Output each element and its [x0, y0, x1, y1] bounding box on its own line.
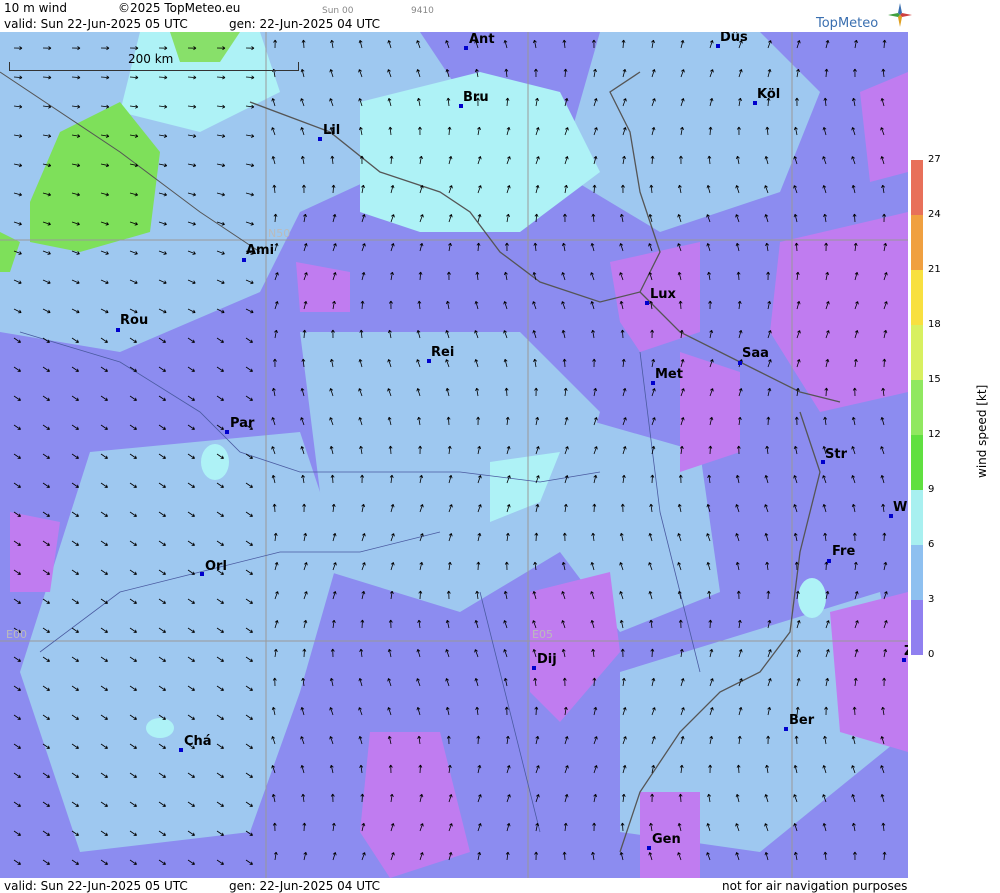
city-label-str[interactable]: Str: [825, 447, 847, 462]
wind-speed-legend-bar: [911, 160, 923, 655]
city-marker: [318, 137, 322, 141]
map-header: 10 m wind ©2025 TopMeteo.eu Sun 00 9410 …: [0, 0, 1000, 32]
scale-label: 200 km: [128, 52, 174, 66]
city-marker: [464, 46, 468, 50]
run-label: Sun 00: [322, 6, 354, 16]
code-label: 9410: [411, 6, 434, 16]
grid-label-n50: N50: [268, 227, 291, 240]
city-marker: [827, 559, 831, 563]
city-marker: [179, 748, 183, 752]
valid-time: valid: Sun 22-Jun-2025 05 UTC: [4, 17, 188, 31]
legend-tick: 9: [928, 484, 935, 495]
map-footer: valid: Sun 22-Jun-2025 05 UTC gen: 22-Ju…: [0, 878, 1000, 893]
city-marker: [225, 430, 229, 434]
city-label-met[interactable]: Met: [655, 367, 683, 382]
city-label-w[interactable]: W: [893, 500, 907, 515]
city-label-saa[interactable]: Saa: [742, 346, 769, 361]
city-label-lil[interactable]: Lil: [323, 123, 340, 138]
brand-logo: TopMeteo: [816, 16, 879, 31]
legend-tick: 27: [928, 154, 941, 165]
footer-gen-time: gen: 22-Jun-2025 04 UTC: [229, 879, 381, 893]
city-label-dus[interactable]: Düs: [720, 32, 748, 45]
gen-time: gen: 22-Jun-2025 04 UTC: [229, 17, 381, 31]
compass-icon: [888, 3, 912, 27]
city-marker: [200, 572, 204, 576]
footer-valid-time: valid: Sun 22-Jun-2025 05 UTC: [4, 879, 188, 893]
grid-label-e05: E05: [532, 628, 553, 641]
city-marker: [116, 328, 120, 332]
city-label-kol[interactable]: Köl: [757, 87, 780, 102]
city-label-ber[interactable]: Ber: [789, 713, 814, 728]
city-label-orl[interactable]: Orl: [205, 559, 227, 574]
city-label-ami[interactable]: Ami: [246, 243, 274, 258]
city-label-bru[interactable]: Bru: [463, 90, 489, 105]
legend-title: wind speed [kt]: [975, 384, 989, 478]
city-marker: [738, 361, 742, 365]
legend-tick: 21: [928, 264, 941, 275]
city-label-cha[interactable]: Chá: [184, 734, 212, 749]
city-label-lux[interactable]: Lux: [650, 287, 676, 302]
wind-field-image: [0, 32, 908, 878]
city-label-fre[interactable]: Fre: [832, 544, 855, 559]
legend-tick: 6: [928, 539, 935, 550]
city-label-gen[interactable]: Gen: [652, 832, 681, 847]
grid-label-e00: E00: [6, 628, 27, 641]
city-marker: [242, 258, 246, 262]
wind-map[interactable]: 200 km N50 E00 E05 Ant Düs Köl Bru Lil A…: [0, 32, 908, 878]
city-label-rei[interactable]: Rei: [431, 345, 454, 360]
city-label-dij[interactable]: Dij: [537, 652, 557, 667]
legend-tick: 0: [928, 649, 935, 660]
city-label-par[interactable]: Par: [230, 416, 254, 431]
legend-tick: 15: [928, 374, 941, 385]
product-title: 10 m wind: [4, 1, 67, 15]
legend-tick: 18: [928, 319, 941, 330]
city-label-z[interactable]: Z: [904, 644, 908, 659]
legend-tick: 3: [928, 594, 935, 605]
disclaimer: not for air navigation purposes: [722, 879, 908, 893]
legend-tick: 12: [928, 429, 941, 440]
copyright: ©2025 TopMeteo.eu: [118, 1, 241, 15]
city-label-rou[interactable]: Rou: [120, 313, 148, 328]
city-marker: [647, 846, 651, 850]
legend-tick: 24: [928, 209, 941, 220]
city-marker: [645, 301, 649, 305]
city-label-ant[interactable]: Ant: [469, 32, 495, 47]
city-marker: [784, 727, 788, 731]
city-marker: [532, 666, 536, 670]
